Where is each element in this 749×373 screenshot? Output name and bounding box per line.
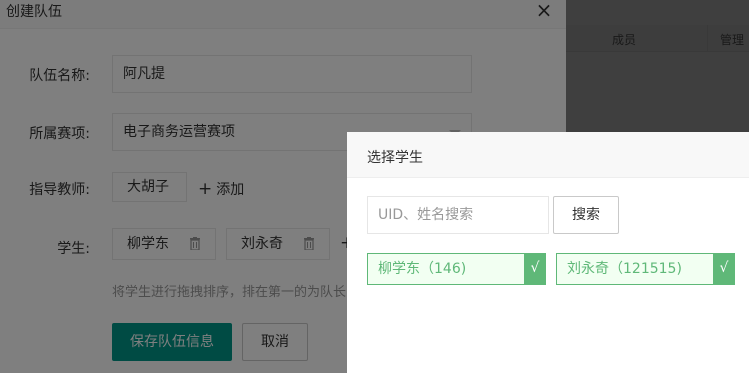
student-candidate-label: 刘永奇（121515): [567, 261, 682, 277]
popup-header: 选择学生: [347, 132, 749, 178]
student-search-input[interactable]: UID、姓名搜索: [367, 196, 549, 234]
student-candidate[interactable]: 刘永奇（121515) √: [556, 253, 735, 285]
check-icon: √: [713, 253, 735, 285]
student-candidate-label: 柳学东（146): [378, 261, 467, 277]
search-button[interactable]: 搜索: [553, 196, 619, 234]
check-icon: √: [524, 253, 546, 285]
student-candidate[interactable]: 柳学东（146) √: [367, 253, 546, 285]
popup-title: 选择学生: [367, 150, 423, 166]
select-student-popup: 选择学生 UID、姓名搜索 搜索 柳学东（146) √ 刘永奇（121515) …: [347, 132, 749, 373]
